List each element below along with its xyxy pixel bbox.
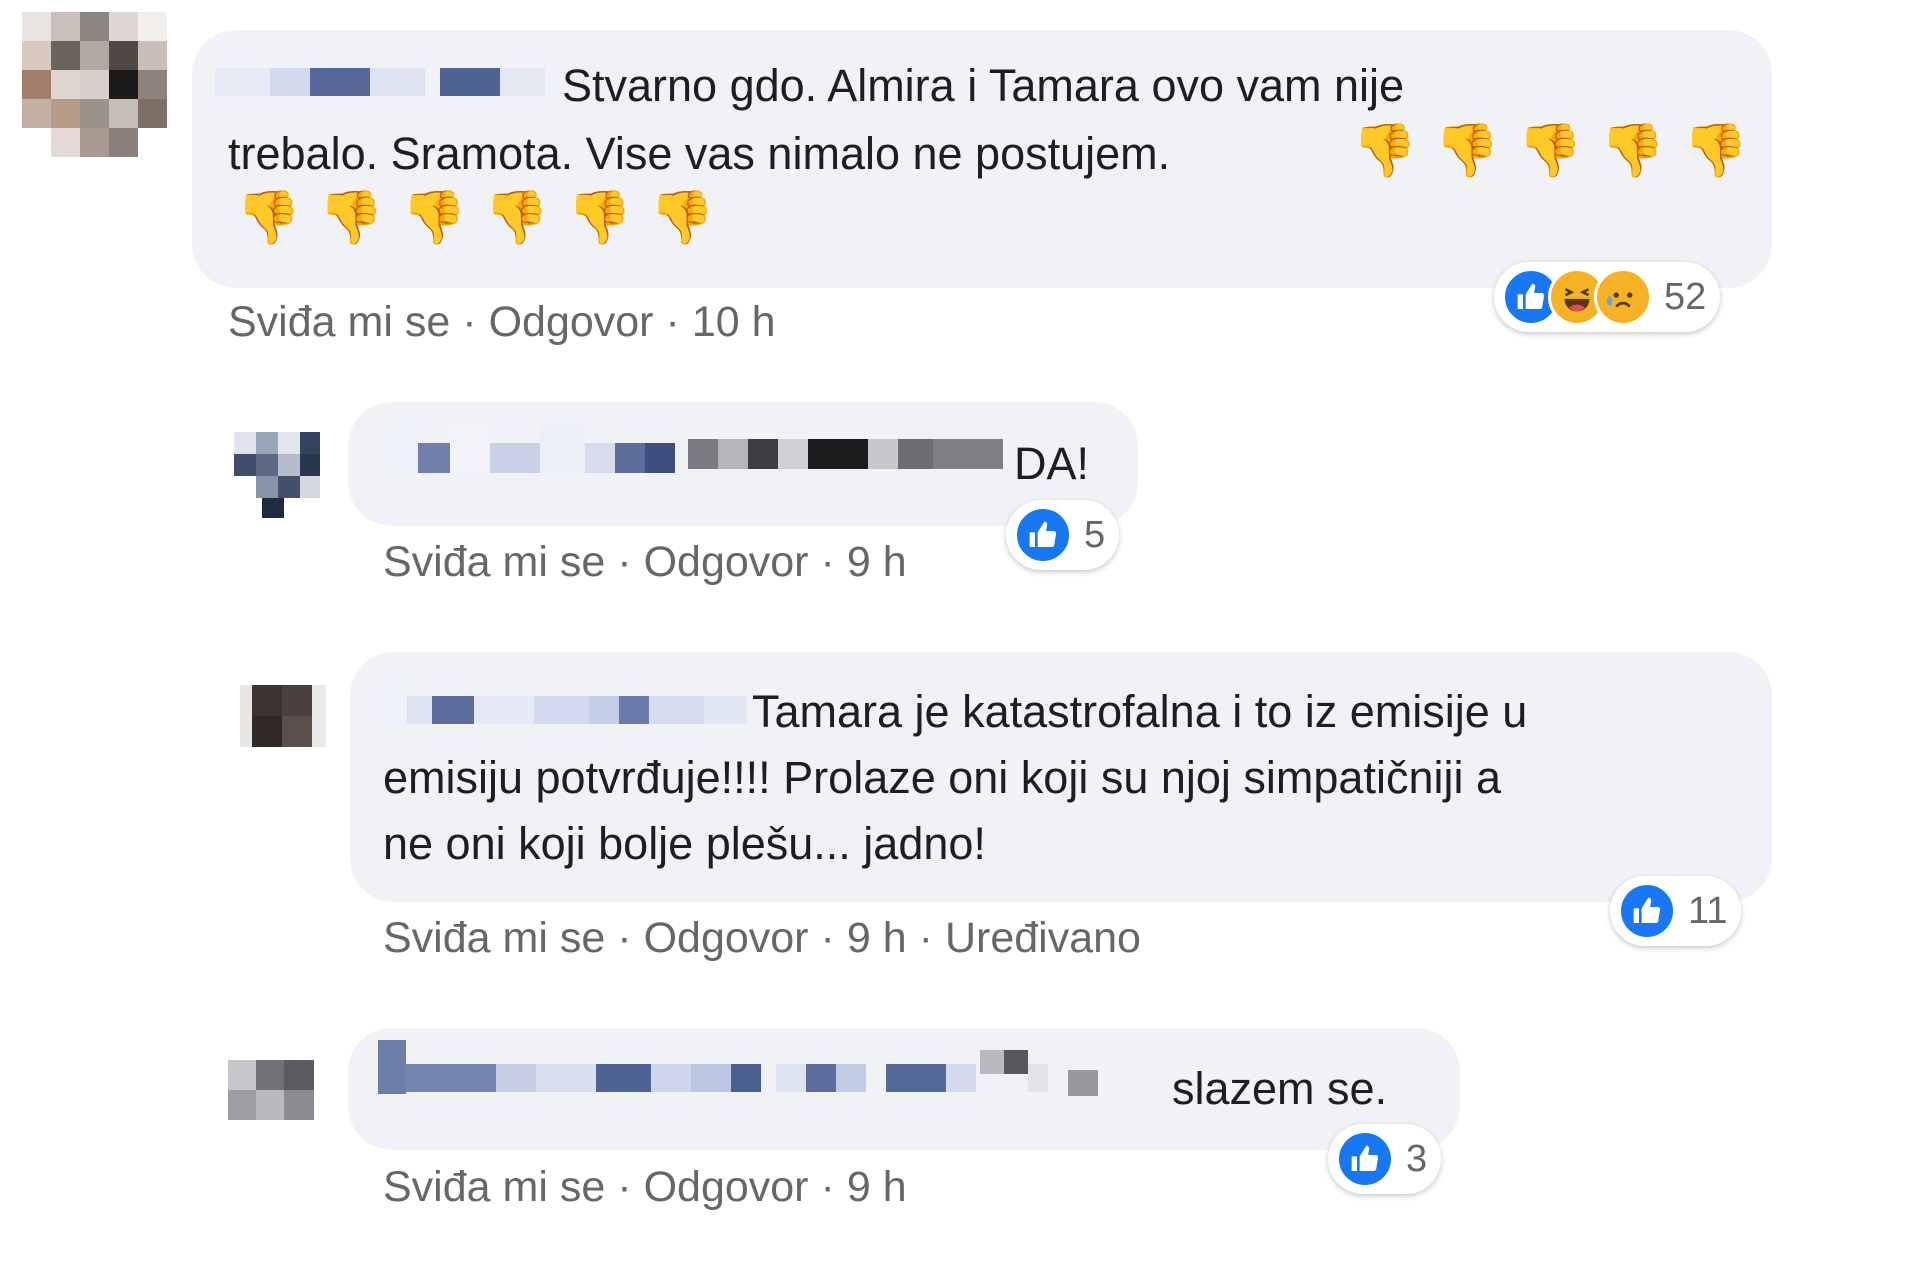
thumbs-down-emoji-icon: 👎 bbox=[401, 188, 467, 248]
comment-text-line: DA! bbox=[1014, 438, 1090, 489]
separator-dot: · bbox=[820, 538, 835, 586]
reaction-summary[interactable]: 52 bbox=[1494, 262, 1721, 332]
comment-text-line: trebalo. Sramota. Vise vas nimalo ne pos… bbox=[228, 128, 1171, 179]
avatar[interactable] bbox=[234, 432, 320, 518]
comment-text-line: ne oni koji bolje plešu... jadno! bbox=[383, 818, 986, 869]
separator-dot: · bbox=[462, 298, 477, 346]
reply-button[interactable]: Odgovor bbox=[644, 1163, 809, 1211]
comment-text-line: Stvarno gdo. Almira i Tamara ovo vam nij… bbox=[562, 60, 1405, 111]
author-name-redacted bbox=[388, 425, 1003, 475]
separator-dot: · bbox=[617, 914, 632, 962]
timestamp[interactable]: 10 h bbox=[692, 298, 776, 346]
like-button[interactable]: Sviđa mi se bbox=[383, 1163, 605, 1211]
reaction-count: 52 bbox=[1664, 275, 1707, 318]
separator-dot: · bbox=[918, 914, 933, 962]
edited-label[interactable]: Uređivano bbox=[945, 914, 1141, 962]
emoji-row: 👎 👎 👎 👎 👎 bbox=[1352, 125, 1766, 177]
comment-text-line: Tamara je katastrofalna i to iz emisije … bbox=[752, 686, 1528, 737]
comment-text-line: slazem se. bbox=[1172, 1063, 1388, 1114]
thumbs-down-emoji-icon: 👎 bbox=[236, 188, 301, 248]
thumbs-down-emoji-icon: 👎 bbox=[649, 188, 715, 248]
thumbs-down-emoji-icon: 👎 bbox=[1600, 121, 1665, 181]
author-name-redacted bbox=[378, 1040, 1098, 1096]
like-button[interactable]: Sviđa mi se bbox=[383, 914, 605, 962]
avatar[interactable] bbox=[22, 12, 167, 157]
timestamp[interactable]: 9 h bbox=[847, 914, 907, 962]
thumbs-down-emoji-icon: 👎 bbox=[1517, 121, 1583, 181]
like-button[interactable]: Sviđa mi se bbox=[228, 298, 450, 346]
thumbs-down-emoji-icon: 👎 bbox=[484, 188, 549, 248]
reaction-count: 3 bbox=[1406, 1137, 1428, 1180]
comment-actions: Sviđa mi se · Odgovor · 10 h bbox=[228, 298, 776, 347]
thumbs-down-emoji-icon: 👎 bbox=[1683, 121, 1748, 181]
reaction-summary[interactable]: 5 bbox=[1006, 500, 1120, 570]
reaction-count: 11 bbox=[1688, 889, 1728, 932]
separator-dot: · bbox=[617, 538, 632, 586]
avatar[interactable] bbox=[228, 1060, 314, 1120]
separator-dot: · bbox=[665, 298, 680, 346]
like-icon bbox=[1618, 882, 1676, 940]
reply-button[interactable]: Odgovor bbox=[489, 298, 654, 346]
thumbs-down-emoji-icon: 👎 bbox=[567, 188, 632, 248]
timestamp[interactable]: 9 h bbox=[847, 538, 907, 586]
separator-dot: · bbox=[820, 914, 835, 962]
sad-icon bbox=[1594, 268, 1652, 326]
author-name-redacted bbox=[215, 64, 545, 100]
thumbs-down-emoji-icon: 👎 bbox=[318, 188, 384, 248]
reaction-summary[interactable]: 3 bbox=[1328, 1124, 1442, 1194]
thumbs-down-emoji-icon: 👎 bbox=[1352, 121, 1417, 181]
separator-dot: · bbox=[820, 1163, 835, 1211]
like-icon bbox=[1336, 1130, 1394, 1188]
timestamp[interactable]: 9 h bbox=[847, 1163, 907, 1211]
like-icon bbox=[1014, 506, 1072, 564]
comment-actions: Sviđa mi se · Odgovor · 9 h · Uređivano bbox=[383, 914, 1141, 963]
reply-button[interactable]: Odgovor bbox=[644, 538, 809, 586]
reaction-count: 5 bbox=[1084, 513, 1106, 556]
comment-actions: Sviđa mi se · Odgovor · 9 h bbox=[383, 538, 907, 587]
author-name-redacted bbox=[382, 680, 747, 728]
separator-dot: · bbox=[617, 1163, 632, 1211]
reaction-summary[interactable]: 11 bbox=[1610, 876, 1742, 946]
emoji-row: 👎 👎 👎 👎 👎 👎 bbox=[236, 192, 733, 244]
thumbs-down-emoji-icon: 👎 bbox=[1434, 121, 1500, 181]
like-button[interactable]: Sviđa mi se bbox=[383, 538, 605, 586]
avatar[interactable] bbox=[240, 685, 326, 747]
reply-button[interactable]: Odgovor bbox=[644, 914, 809, 962]
comment-text-line: emisiju potvrđuje!!!! Prolaze oni koji s… bbox=[383, 752, 1501, 803]
comment-actions: Sviđa mi se · Odgovor · 9 h bbox=[383, 1163, 907, 1212]
